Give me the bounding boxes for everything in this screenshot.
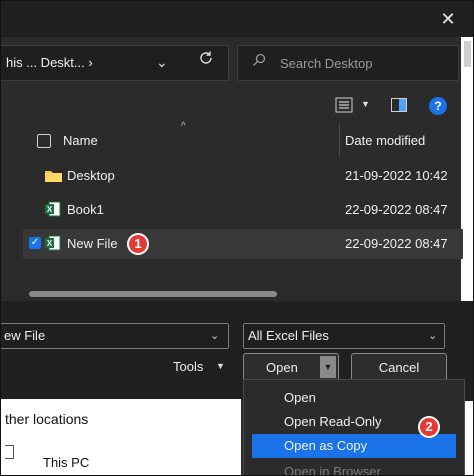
menu-item-open[interactable]: Open: [244, 386, 464, 410]
computer-icon: [5, 445, 14, 459]
background-scrollbar[interactable]: [464, 41, 471, 67]
excel-file-icon: X: [45, 201, 61, 217]
column-header-date[interactable]: Date modified: [345, 133, 425, 148]
open-options-menu: Open Open Read-Only Open as Copy Open in…: [243, 379, 465, 476]
caret-down-icon[interactable]: ▼: [216, 361, 225, 371]
close-icon[interactable]: ✕: [439, 10, 457, 28]
open-options-dropdown[interactable]: ▼: [320, 356, 336, 378]
row-checkbox[interactable]: ✓: [29, 237, 41, 249]
file-list: ^ Name Date modified Desktop 21-09-2022 …: [23, 121, 463, 301]
excel-file-icon: X: [45, 235, 61, 251]
view-menu-icon[interactable]: [335, 97, 353, 113]
address-bar[interactable]: his ... Deskt... › ⌄: [1, 45, 229, 81]
column-divider[interactable]: [339, 123, 340, 157]
file-open-dialog: ✕ his ... Deskt... › ⌄ Search Desktop ▼ …: [0, 0, 474, 476]
caret-down-icon[interactable]: ▼: [361, 99, 370, 109]
file-date: 22-09-2022 08:47: [345, 202, 448, 217]
preview-pane-icon[interactable]: [391, 98, 407, 112]
file-type-select[interactable]: All Excel Files ⌄: [243, 323, 445, 349]
file-name: New File: [67, 236, 118, 251]
list-item-selected[interactable]: ✓ X New File 1 22-09-2022 08:47: [23, 229, 463, 259]
file-name: Desktop: [67, 168, 115, 183]
list-item[interactable]: Desktop 21-09-2022 10:42: [23, 161, 463, 191]
step-badge-2: 2: [418, 416, 440, 438]
open-button-label: Open: [266, 360, 298, 375]
help-icon[interactable]: ?: [429, 97, 447, 115]
cancel-button-label: Cancel: [378, 360, 420, 375]
select-all-checkbox[interactable]: [37, 134, 51, 148]
tools-button[interactable]: Tools: [173, 359, 203, 374]
sort-caret-icon: ^: [181, 121, 186, 132]
svg-text:X: X: [47, 205, 53, 214]
chevron-down-icon[interactable]: ⌄: [156, 54, 168, 71]
step-badge-1: 1: [127, 233, 149, 255]
chevron-down-icon[interactable]: ⌄: [210, 329, 219, 342]
breadcrumb[interactable]: his ... Deskt... ›: [6, 55, 93, 70]
file-name: Book1: [67, 202, 104, 217]
chevron-down-icon[interactable]: ⌄: [428, 329, 437, 342]
list-item[interactable]: X Book1 22-09-2022 08:47: [23, 195, 463, 225]
file-name-value: ew File: [4, 328, 46, 343]
menu-item-label: Open as Copy: [284, 438, 368, 453]
column-header-name[interactable]: Name: [63, 133, 98, 148]
file-name-field[interactable]: ew File ⌄: [1, 323, 229, 349]
refresh-icon[interactable]: [198, 50, 214, 66]
menu-item-label: Open in Browser: [284, 464, 381, 476]
horizontal-scrollbar[interactable]: [29, 291, 277, 297]
search-input[interactable]: Search Desktop: [237, 45, 459, 81]
menu-item-label: Open Read-Only: [284, 414, 382, 429]
title-bar: ✕: [1, 1, 473, 37]
search-placeholder: Search Desktop: [280, 56, 373, 71]
file-date: 22-09-2022 08:47: [345, 236, 448, 251]
file-type-value: All Excel Files: [248, 328, 329, 343]
this-pc-item[interactable]: This PC: [43, 455, 89, 470]
other-locations-heading: ther locations: [5, 411, 89, 427]
menu-item-label: Open: [284, 390, 316, 405]
search-icon: [253, 53, 266, 66]
file-date: 21-09-2022 10:42: [345, 168, 448, 183]
folder-icon: [45, 171, 62, 182]
menu-item-open-in-browser[interactable]: Open in Browser: [244, 460, 464, 476]
svg-text:X: X: [47, 239, 53, 248]
